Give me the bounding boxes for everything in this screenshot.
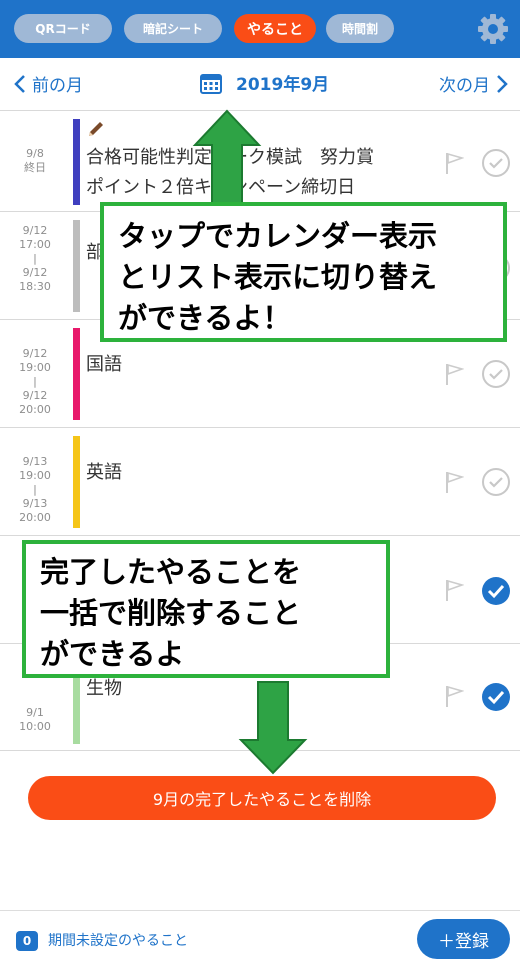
chevron-right-icon <box>497 74 508 93</box>
arrow-down-annotation <box>238 681 308 775</box>
bulk-delete-callout: 完了したやることを 一括で削除すること ができるよ <box>22 540 390 678</box>
check-circle-icon[interactable] <box>481 148 511 178</box>
date-line: | <box>33 483 37 496</box>
callout-line: ができるよ！ <box>118 301 292 335</box>
tab-qr-code[interactable]: QRコード <box>14 14 112 43</box>
chevron-left-icon <box>14 74 25 93</box>
date-line: 9/1 <box>26 706 44 719</box>
title-line: 生物 <box>86 678 122 699</box>
prev-month-button[interactable]: 前の月 <box>14 71 83 96</box>
date-line: 19:00 <box>19 469 51 482</box>
check-circle-filled-icon[interactable] <box>481 682 511 712</box>
calendar-icon <box>200 73 222 94</box>
date-line: 20:00 <box>19 511 51 524</box>
unset-count-badge[interactable]: 0 <box>16 931 38 951</box>
date-line: 10:00 <box>19 720 51 733</box>
tab-todo[interactable]: やること <box>234 14 316 43</box>
gear-icon[interactable] <box>476 12 510 46</box>
prev-month-label: 前の月 <box>32 76 83 96</box>
callout-line: タップでカレンダー表示 <box>118 219 438 253</box>
tab-flashcards[interactable]: 暗記シート <box>124 14 222 43</box>
date-line: 9/13 <box>22 497 48 510</box>
date-line: 9/12 <box>22 389 48 402</box>
callout-line: 完了したやることを <box>40 555 302 589</box>
date-line: 18:30 <box>19 280 51 293</box>
date-line: 17:00 <box>19 238 51 251</box>
month-title: 2019年9月 <box>236 75 330 95</box>
date-line: 9/12 <box>22 347 48 360</box>
date-line: 9/8 <box>26 147 44 160</box>
category-color-bar <box>73 436 80 528</box>
next-month-button[interactable]: 次の月 <box>439 71 508 96</box>
flag-icon[interactable] <box>444 684 464 708</box>
flag-icon[interactable] <box>444 362 464 386</box>
delete-completed-button[interactable]: 9月の完了したやることを削除 <box>28 776 496 820</box>
todo-date: 9/12 17:00 | 9/12 18:30 <box>0 224 70 294</box>
pencil-icon[interactable] <box>86 119 106 139</box>
month-title-toggle[interactable]: 2019年9月 <box>200 70 329 95</box>
bottom-bar: 0 期間未設定のやること ＋登録 <box>0 910 520 965</box>
category-color-bar <box>73 119 80 205</box>
date-line: 9/13 <box>22 455 48 468</box>
register-button[interactable]: ＋登録 <box>417 919 510 959</box>
todo-date: 9/12 19:00 | 9/12 20:00 <box>0 347 70 417</box>
date-line: 20:00 <box>19 403 51 416</box>
todo-title: 英語 <box>86 458 122 488</box>
date-line: 終日 <box>24 161 46 174</box>
category-color-bar <box>73 220 80 312</box>
date-line: | <box>33 252 37 265</box>
callout-line: とリスト表示に切り替え <box>118 260 438 294</box>
todo-row[interactable]: 9/13 19:00 | 9/13 20:00 英語 <box>0 428 520 536</box>
todo-date: 9/13 19:00 | 9/13 20:00 <box>0 455 70 525</box>
date-line: 9/12 <box>22 266 48 279</box>
month-navigation: 前の月 2019年9月 次の月 <box>0 58 520 111</box>
check-circle-icon[interactable] <box>481 359 511 389</box>
title-line: 英語 <box>86 462 122 483</box>
flag-icon[interactable] <box>444 578 464 602</box>
callout-line: 一括で削除すること <box>40 596 302 630</box>
callout-line: ができるよ <box>40 637 185 671</box>
todo-title: 生物 <box>86 674 122 704</box>
next-month-label: 次の月 <box>439 76 490 96</box>
todo-title: 国語 <box>86 350 122 380</box>
category-color-bar <box>73 328 80 420</box>
flag-icon[interactable] <box>444 151 464 175</box>
check-circle-icon[interactable] <box>481 467 511 497</box>
todo-date: 9/8 終日 <box>0 147 70 175</box>
calendar-toggle-callout: タップでカレンダー表示 とリスト表示に切り替え ができるよ！ <box>100 202 507 342</box>
flag-icon[interactable] <box>444 470 464 494</box>
date-line: 19:00 <box>19 361 51 374</box>
unset-todos-link[interactable]: 期間未設定のやること <box>48 931 188 951</box>
top-tab-bar: QRコード 暗記シート やること 時間割 <box>0 0 520 58</box>
date-line: | <box>33 375 37 388</box>
todo-date: 9/1 10:00 <box>0 706 70 734</box>
title-line: 国語 <box>86 354 122 375</box>
tab-timetable[interactable]: 時間割 <box>326 14 394 43</box>
date-line: 9/12 <box>22 224 48 237</box>
check-circle-filled-icon[interactable] <box>481 576 511 606</box>
